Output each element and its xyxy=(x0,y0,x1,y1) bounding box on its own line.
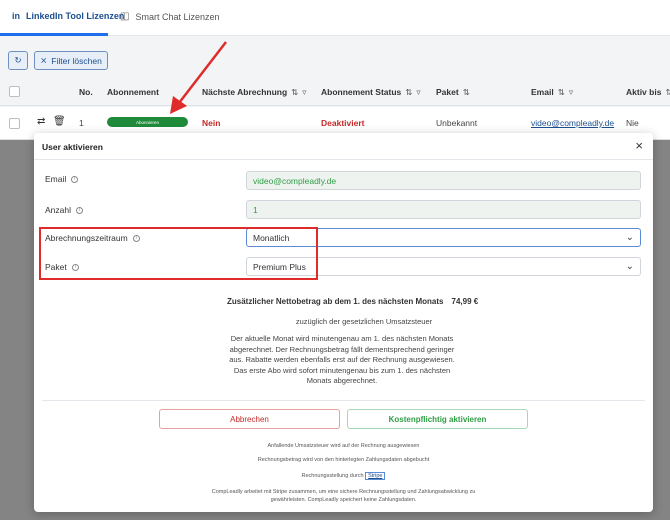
active-tab-indicator xyxy=(0,33,108,36)
tab-linkedin-lizenzen[interactable]: in LinkedIn Tool Lizenzen xyxy=(12,11,124,21)
email-field[interactable]: video@compleadly.de xyxy=(246,171,641,190)
anzahl-field[interactable]: 1 xyxy=(246,200,641,219)
sort-icon: ⇅ xyxy=(462,87,470,97)
email-label: Email i xyxy=(45,174,79,184)
subscribe-button[interactable]: Abonnieren xyxy=(107,117,188,127)
refresh-button[interactable]: ↻ xyxy=(8,51,28,70)
sort-icon: ⇅ xyxy=(665,87,670,97)
sort-icon: ⇅ xyxy=(291,87,299,97)
activate-paid-button[interactable]: Kostenpflichtig aktivieren xyxy=(347,409,528,429)
trash-icon[interactable]: 🗑 xyxy=(53,116,66,127)
tab-label: Smart Chat Lizenzen xyxy=(135,11,220,22)
column-header-aktiv-bis[interactable]: Aktiv bis ⇅ xyxy=(626,87,670,98)
column-header-email[interactable]: Email ⇅ ▿ xyxy=(531,87,573,98)
select-all-checkbox[interactable] xyxy=(9,86,20,97)
tab-bar: in LinkedIn Tool Lizenzen ◫ Smart Chat L… xyxy=(0,0,670,36)
divider xyxy=(42,400,645,401)
stripe-link[interactable]: Stripe xyxy=(365,472,386,480)
user-activate-dialog: User aktivieren × Email i video@compleadl… xyxy=(34,133,653,512)
cell-email-link[interactable]: video@compleadly.de xyxy=(531,118,614,128)
column-header-paket[interactable]: Paket ⇅ xyxy=(436,87,470,98)
table-header: No. Abonnement Nächste Abrechnung ⇅ ▿ Abon… xyxy=(0,78,670,106)
tab-label: LinkedIn Tool Lizenzen xyxy=(26,11,125,21)
billing-info-text: Der aktuelle Monat wird minutengenau am … xyxy=(229,334,455,385)
sort-icon: ⇅ xyxy=(405,87,413,97)
column-header-naechste-abrechnung[interactable]: Nächste Abrechnung ⇅ ▿ xyxy=(202,87,307,98)
sync-icon[interactable]: ⇄ xyxy=(37,116,45,127)
filter-clear-icon: ⨯ xyxy=(40,55,48,65)
billing-provider-note: Rechnungsstellung durch Stripe xyxy=(34,472,653,480)
info-icon: i xyxy=(76,206,83,214)
cell-naechste-abrechnung: Nein xyxy=(202,118,221,128)
clear-filter-button[interactable]: ⨯ Filter löschen xyxy=(34,51,108,70)
stripe-footer-note: CompLeadly arbeitet mit Stripe zusammen,… xyxy=(211,489,476,503)
chat-icon: ◫ xyxy=(120,11,130,22)
column-header-abonnement: Abonnement xyxy=(107,87,159,97)
chevron-down-icon: ⌄ xyxy=(625,232,634,243)
cell-aktiv-bis: Nie xyxy=(626,118,639,128)
net-amount-label: Zusätzlicher Nettobetrag ab dem 1. des n… xyxy=(227,297,444,306)
chevron-down-icon: ⌄ xyxy=(625,261,634,272)
close-icon[interactable]: × xyxy=(635,139,643,152)
cell-paket: Unbekannt xyxy=(436,118,478,128)
tab-smart-chat-lizenzen[interactable]: ◫ Smart Chat Lizenzen xyxy=(120,11,220,22)
dialog-header: User aktivieren × xyxy=(34,133,653,160)
net-amount-value: 74,99 € xyxy=(451,297,479,306)
tax-info-note: Anfallende Umsatzsteuer wird auf der Rec… xyxy=(267,443,420,449)
sort-icon: ⇅ xyxy=(557,87,565,97)
annotation-highlight-box xyxy=(39,227,318,280)
cell-status: Deaktiviert xyxy=(321,118,365,128)
toolbar: ↻ ⨯ Filter löschen xyxy=(8,51,108,70)
info-icon: i xyxy=(71,175,79,183)
cell-no: 1 xyxy=(79,118,84,128)
dialog-title: User aktivieren xyxy=(42,142,103,152)
clear-filter-label: Filter löschen xyxy=(51,55,102,66)
column-header-no: No. xyxy=(79,87,93,97)
linkedin-icon: in xyxy=(12,11,20,21)
anzahl-label: Anzahl i xyxy=(45,205,83,215)
payment-info-note: Rechnungsbetrag wird von den hinterlegte… xyxy=(257,457,430,463)
cancel-button[interactable]: Abbrechen xyxy=(159,409,340,429)
column-header-status[interactable]: Abonnement Status ⇅ ▿ xyxy=(321,87,421,98)
filter-icon: ▿ xyxy=(416,87,421,97)
filter-icon: ▿ xyxy=(302,87,307,97)
row-checkbox[interactable] xyxy=(9,118,20,129)
refresh-icon: ↻ xyxy=(14,55,22,65)
tax-note: zuzüglich der gesetzlichen Umsatzsteuer xyxy=(295,317,433,326)
net-amount-line: Zusätzlicher Nettobetrag ab dem 1. des n… xyxy=(227,297,478,306)
filter-icon: ▿ xyxy=(568,87,574,97)
